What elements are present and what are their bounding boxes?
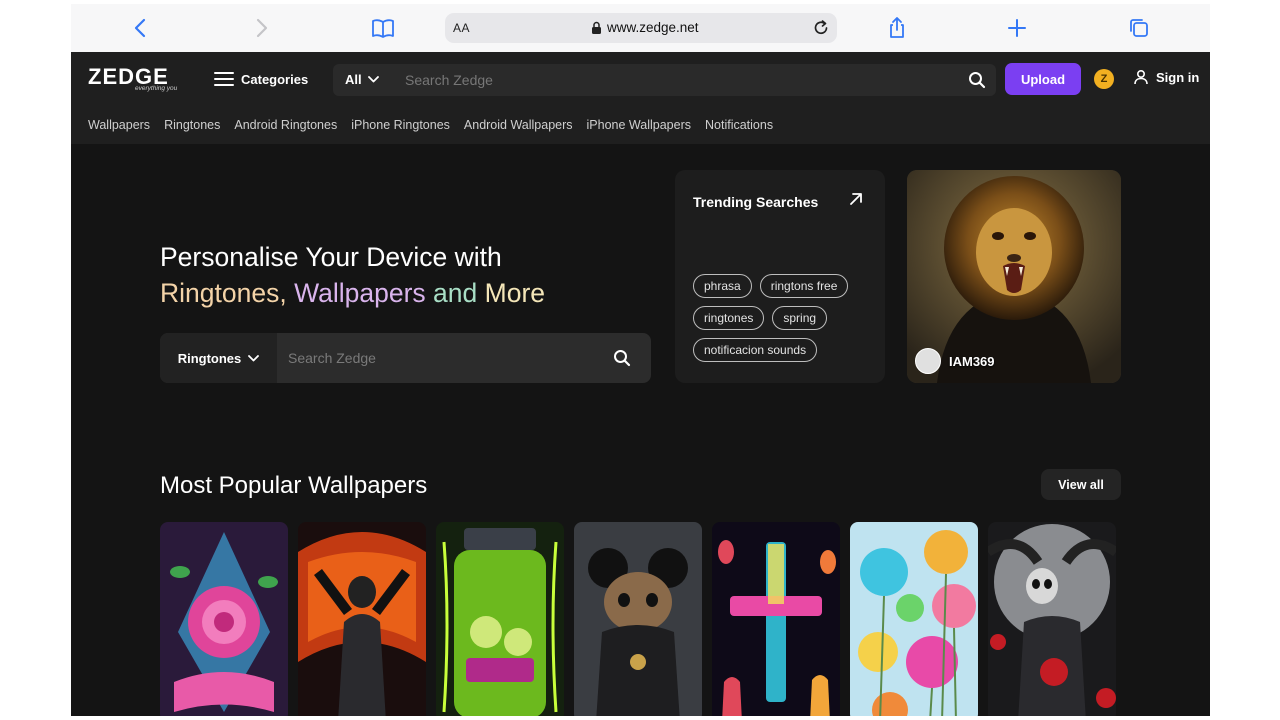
header-search-bar: All	[333, 64, 996, 96]
categories-label: Categories	[241, 71, 309, 87]
wallpaper-thumbnail-blessed-cross[interactable]	[712, 522, 840, 716]
search-scope-dropdown[interactable]: All	[345, 72, 379, 87]
site-header: ZEDGE everything you Categories All Uplo…	[71, 52, 1210, 144]
nav-link-notifications[interactable]: Notifications	[705, 118, 773, 132]
nav-link-ringtones[interactable]: Ringtones	[164, 118, 220, 132]
trending-chip[interactable]: spring	[772, 306, 828, 330]
zedge-credits-icon[interactable]: Z	[1094, 69, 1114, 89]
nav-link-iphone-ringtones[interactable]: iPhone Ringtones	[351, 118, 450, 132]
browser-frame: AA www.zedge.net ZEDGE everything you Ca…	[71, 4, 1210, 716]
wallpaper-thumbnail-dandelions[interactable]	[850, 522, 978, 716]
avatar	[915, 348, 941, 374]
popular-wallpapers-heading: Most Popular Wallpapers	[160, 472, 428, 499]
forward-icon[interactable]	[249, 16, 273, 40]
categories-menu-button[interactable]: Categories	[214, 68, 308, 90]
search-icon[interactable]	[613, 349, 631, 367]
arrow-up-right-icon[interactable]	[847, 190, 865, 208]
hero-heading-line2: Ringtones, Wallpapers and More	[160, 278, 545, 308]
trending-chip[interactable]: ringtones	[693, 306, 765, 330]
nav-link-android-ringtones[interactable]: Android Ringtones	[234, 118, 337, 132]
wallpaper-thumbnail-skeleton-couple[interactable]	[988, 522, 1116, 716]
wallpaper-image	[436, 522, 564, 716]
nav-link-iphone-wallpapers[interactable]: iPhone Wallpapers	[587, 118, 691, 132]
trending-chip[interactable]: ringtons free	[759, 274, 849, 298]
hero-word-ringtones: Ringtones,	[160, 278, 287, 308]
wallpaper-image	[988, 522, 1116, 716]
tabs-overview-icon[interactable]	[1127, 16, 1151, 40]
new-tab-icon[interactable]	[1005, 16, 1029, 40]
user-icon	[1134, 69, 1148, 85]
featured-uploader[interactable]: IAM369	[915, 348, 995, 374]
trending-chip[interactable]: notificacion sounds	[693, 338, 818, 362]
hero-word-and: and	[433, 278, 478, 308]
wallpaper-thumbnail-rose[interactable]	[160, 522, 288, 716]
chevron-down-icon	[248, 354, 260, 361]
hero-word-more: More	[484, 278, 546, 308]
wallpaper-thumbnail-toxic-jar[interactable]	[436, 522, 564, 716]
address-bar[interactable]: AA www.zedge.net	[445, 13, 837, 43]
hero-heading-line1: Personalise Your Device with	[160, 242, 502, 272]
nav-link-wallpapers[interactable]: Wallpapers	[88, 118, 150, 132]
hero-search-bar: Ringtones	[160, 333, 651, 383]
popular-wallpapers-row	[160, 522, 1116, 716]
trending-searches-card: Trending Searches phrasa ringtons free r…	[675, 170, 885, 383]
hero-heading: Personalise Your Device with Ringtones, …	[160, 239, 630, 311]
logo-tagline: everything you	[135, 85, 178, 92]
upload-button[interactable]: Upload	[1005, 63, 1081, 95]
text-size-button[interactable]: AA	[453, 21, 470, 35]
hero-search-input[interactable]	[288, 333, 598, 383]
wallpaper-image	[850, 522, 978, 716]
category-nav: Wallpapers Ringtones Android Ringtones i…	[88, 118, 773, 132]
nav-link-android-wallpapers[interactable]: Android Wallpapers	[464, 118, 573, 132]
view-all-button[interactable]: View all	[1041, 469, 1121, 500]
header-search-input[interactable]	[405, 64, 955, 96]
wallpaper-image	[574, 522, 702, 716]
chevron-down-icon	[367, 76, 379, 83]
zedge-logo[interactable]: ZEDGE everything you	[88, 64, 198, 94]
reload-icon[interactable]	[811, 18, 831, 38]
wallpaper-thumbnail-hooded-mouse[interactable]	[574, 522, 702, 716]
bookmarks-icon[interactable]	[371, 16, 395, 40]
trending-searches-title: Trending Searches	[693, 194, 819, 210]
back-icon[interactable]	[129, 16, 153, 40]
search-icon[interactable]	[968, 71, 986, 89]
trending-chip[interactable]: phrasa	[693, 274, 752, 298]
sign-in-button[interactable]: Sign in	[1133, 69, 1199, 85]
uploader-name: IAM369	[949, 353, 995, 369]
wallpaper-image	[712, 522, 840, 716]
url-text: www.zedge.net	[607, 20, 699, 35]
search-scope-label: All	[345, 72, 362, 87]
hero-search-type-label: Ringtones	[177, 350, 242, 366]
trending-chips: phrasa ringtons free ringtones spring no…	[693, 274, 883, 362]
hero-search-type-dropdown[interactable]: Ringtones	[160, 333, 277, 383]
wallpaper-thumbnail-dark-figure[interactable]	[298, 522, 426, 716]
hero-word-wallpapers: Wallpapers	[294, 278, 426, 308]
browser-toolbar: AA www.zedge.net	[71, 4, 1210, 52]
sign-in-label: Sign in	[1156, 69, 1200, 85]
share-icon[interactable]	[885, 16, 909, 40]
wallpaper-image	[298, 522, 426, 716]
hamburger-menu-icon	[214, 72, 234, 86]
lock-icon	[592, 21, 601, 34]
wallpaper-image	[160, 522, 288, 716]
featured-wallpaper-card[interactable]: IAM369	[907, 170, 1121, 383]
